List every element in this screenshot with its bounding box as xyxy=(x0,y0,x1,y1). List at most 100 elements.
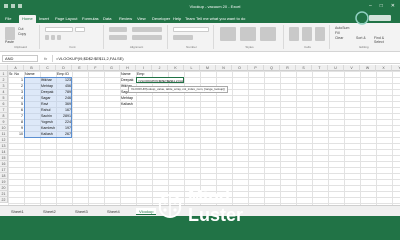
column-header[interactable]: Y xyxy=(392,65,400,71)
format-cells-button[interactable] xyxy=(315,27,325,41)
column-header[interactable]: U xyxy=(328,65,344,71)
cell-styles-button[interactable] xyxy=(260,27,276,41)
maximize-button[interactable]: □ xyxy=(380,3,383,9)
column-header[interactable]: L xyxy=(184,65,200,71)
sort-filter-button[interactable]: Sort & xyxy=(356,36,366,40)
title-bar: Vlookup - vacuum 20 - Excel – □ ✕ xyxy=(0,0,400,13)
column-header[interactable]: T xyxy=(312,65,328,71)
lookup-name-cell[interactable]: Kailash xyxy=(120,101,136,107)
sheet-tab[interactable]: Sheet2 xyxy=(40,208,59,215)
tab-view[interactable]: View xyxy=(137,15,146,23)
italic-button[interactable] xyxy=(51,35,55,40)
underline-button[interactable] xyxy=(57,35,61,40)
table-cell[interactable]: Kailash xyxy=(40,131,56,137)
name-box[interactable]: AND xyxy=(2,55,38,62)
ribbon-tabs: File Home Insert Page Layout Formulas Da… xyxy=(0,13,400,23)
undo-icon[interactable] xyxy=(11,4,15,8)
brain-icon xyxy=(158,193,182,219)
tab-formulas[interactable]: Formulas xyxy=(82,15,99,23)
number-group: Number xyxy=(170,25,214,49)
save-icon[interactable] xyxy=(4,4,8,8)
formula-input[interactable]: =VLOOKUP(I9,$D$2:$E$11,2,FALSE) xyxy=(52,55,396,62)
conditional-formatting-button[interactable] xyxy=(220,27,236,41)
column-header[interactable]: P xyxy=(248,65,264,71)
clear-button[interactable]: Clear xyxy=(335,36,343,40)
cut-button[interactable]: Cut xyxy=(18,27,23,31)
copy-button[interactable]: Copy xyxy=(18,32,26,36)
column-header[interactable]: C xyxy=(40,65,56,71)
watermark-line-2: Luster xyxy=(188,205,244,225)
quick-access-toolbar xyxy=(4,4,22,8)
tab-developer[interactable]: Developer xyxy=(152,15,170,23)
column-header[interactable]: M xyxy=(200,65,216,71)
table-cell[interactable]: 267 xyxy=(56,131,72,137)
tab-home[interactable]: Home xyxy=(19,15,36,23)
insert-function-icon[interactable]: fx xyxy=(44,55,47,62)
brand-logo-icon xyxy=(355,11,391,25)
format-as-table-button[interactable] xyxy=(240,27,256,41)
column-header[interactable]: J xyxy=(152,65,168,71)
cells-group: Cells xyxy=(286,25,330,49)
insert-cells-button[interactable] xyxy=(289,27,299,41)
tab-data[interactable]: Data xyxy=(103,15,111,23)
column-header[interactable]: K xyxy=(168,65,184,71)
wrap-text-button[interactable] xyxy=(132,27,162,32)
styles-group: Styles xyxy=(216,25,284,49)
column-header[interactable]: S xyxy=(296,65,312,71)
window-controls: – □ ✕ xyxy=(369,3,395,9)
number-format-select[interactable] xyxy=(173,27,209,32)
tab-help[interactable]: Help xyxy=(173,15,181,23)
tab-page-layout[interactable]: Page Layout xyxy=(55,15,77,23)
table-cell[interactable]: 10 xyxy=(8,131,24,137)
excel-window: Vlookup - vacuum 20 - Excel – □ ✕ File H… xyxy=(0,0,400,240)
font-name-select[interactable] xyxy=(45,27,73,32)
styles-group-label: Styles xyxy=(245,45,254,49)
column-header[interactable]: F xyxy=(88,65,104,71)
column-header[interactable]: X xyxy=(376,65,392,71)
fill-button[interactable]: Fill xyxy=(335,31,339,35)
tab-team[interactable]: Team xyxy=(185,15,195,23)
bold-button[interactable] xyxy=(45,35,49,40)
minimize-button[interactable]: – xyxy=(369,3,372,9)
tell-me-search[interactable]: Tell me what you want to do xyxy=(196,15,245,23)
paste-button[interactable] xyxy=(5,27,15,40)
column-header[interactable]: G xyxy=(104,65,120,71)
close-button[interactable]: ✕ xyxy=(391,3,395,9)
number-group-label: Number xyxy=(186,45,197,49)
watermark-logo: Mind Luster xyxy=(156,158,256,228)
active-formula-cell[interactable]: =VLOOKUP(I9,$D$2:$E$11,2,FALSE) xyxy=(136,77,184,83)
merge-center-button[interactable] xyxy=(132,35,162,40)
table-header-cell[interactable]: Name xyxy=(24,71,40,77)
paste-label: Paste xyxy=(5,40,14,44)
column-header[interactable]: N xyxy=(216,65,232,71)
tab-file[interactable]: File xyxy=(5,15,11,23)
sheet-tab[interactable]: Sheet1 xyxy=(8,208,27,215)
window-title: Vlookup - vacuum 20 - Excel xyxy=(189,4,241,9)
column-header[interactable]: E xyxy=(72,65,88,71)
ribbon: Paste Cut Copy Clipboard Font Alignment … xyxy=(0,23,400,52)
function-tooltip: VLOOKUP(lookup_value, table_array, col_i… xyxy=(128,86,228,93)
delete-cells-button[interactable] xyxy=(302,27,312,41)
sheet-tab[interactable]: Sheet4 xyxy=(104,208,123,215)
tab-insert[interactable]: Insert xyxy=(39,15,49,23)
column-header[interactable]: R xyxy=(280,65,296,71)
autosum-button[interactable]: AutoSum xyxy=(335,26,349,30)
column-header[interactable]: O xyxy=(232,65,248,71)
align-left-button[interactable] xyxy=(109,35,127,40)
font-group: Font xyxy=(42,25,104,49)
editing-group: AutoSum Fill Clear Sort & Find & Select … xyxy=(332,25,396,49)
redo-icon[interactable] xyxy=(18,4,22,8)
column-header[interactable]: Q xyxy=(264,65,280,71)
align-top-button[interactable] xyxy=(109,27,127,32)
row-header[interactable]: 22 xyxy=(0,197,8,203)
font-size-select[interactable] xyxy=(75,27,85,32)
percent-comma-buttons[interactable] xyxy=(173,35,193,40)
tab-review[interactable]: Review xyxy=(119,15,132,23)
alignment-group-label: Alignment xyxy=(129,45,144,49)
column-header[interactable]: W xyxy=(360,65,376,71)
alignment-group: Alignment xyxy=(106,25,168,49)
sheet-tab-active[interactable]: Vlookup xyxy=(136,208,157,215)
cells-group-label: Cells xyxy=(304,45,311,49)
column-header[interactable]: V xyxy=(344,65,360,71)
sheet-tab[interactable]: Sheet3 xyxy=(72,208,91,215)
